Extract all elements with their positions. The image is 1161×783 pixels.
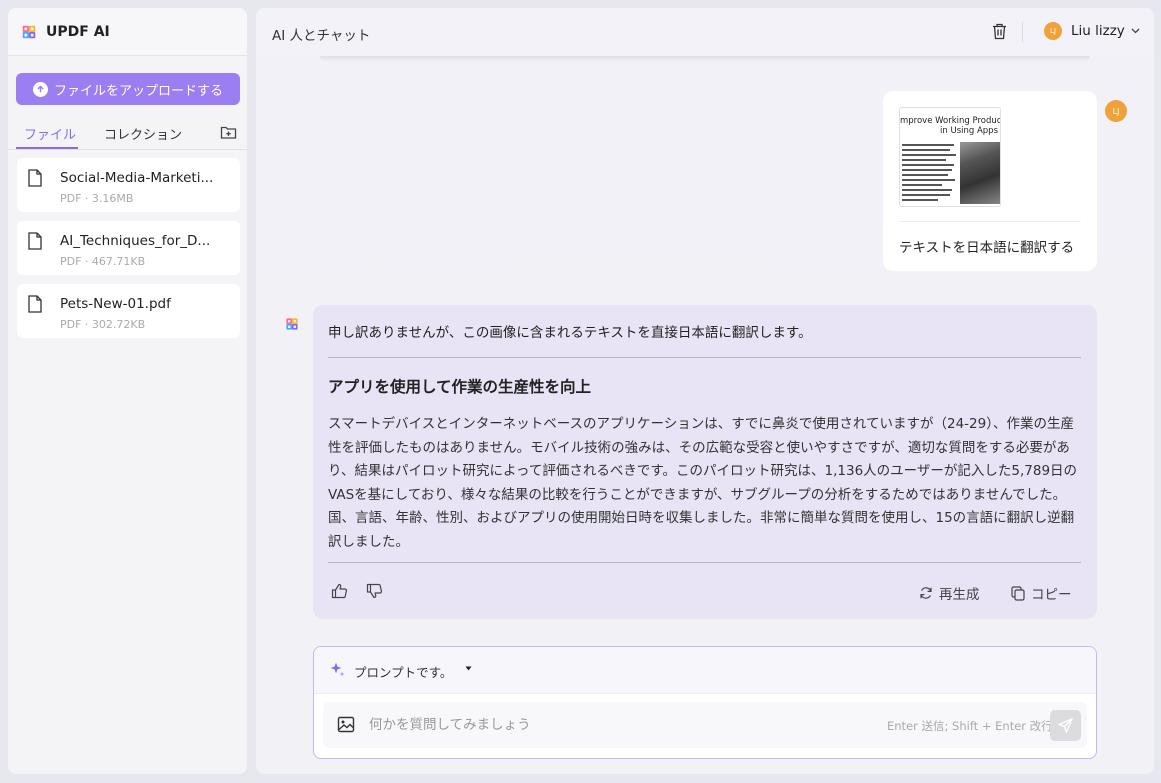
bubble-divider (899, 221, 1081, 222)
copy-icon (1011, 585, 1025, 601)
page-title: AI 人とチャット (272, 28, 371, 44)
file-document-icon (28, 232, 42, 250)
image-upload-icon[interactable] (337, 716, 355, 733)
file-meta: PDF · 302.72KB (60, 318, 146, 331)
user-menu[interactable]: LJ Liu lizzy (1044, 22, 1140, 40)
refresh-icon (920, 587, 932, 599)
chat-composer: プロンプトです。 Enter 送信; Shift + Enter 改行 (313, 646, 1097, 759)
chevron-down-icon (1131, 28, 1140, 34)
tab-collections[interactable]: コレクション (104, 124, 182, 143)
ai-response-heading: アプリを使用して作業の生産性を向上 (328, 378, 592, 396)
add-folder-icon[interactable] (220, 125, 237, 140)
file-document-icon (28, 169, 42, 187)
input-row: Enter 送信; Shift + Enter 改行 (323, 702, 1087, 748)
divider (328, 562, 1081, 563)
file-meta: PDF · 467.71KB (60, 255, 146, 268)
active-tab-indicator (16, 147, 78, 149)
avatar: LJ (1044, 22, 1062, 40)
thumbnail-photo (960, 142, 1000, 204)
thumbnail-title-line: in Using Apps (940, 126, 998, 136)
header-divider (1022, 22, 1023, 42)
prompt-dropdown[interactable]: プロンプトです。 (354, 662, 452, 681)
ai-intro-text: 申し訳ありませんが、この画像に含まれるテキストを直接日本語に翻訳します。 (328, 325, 812, 341)
app-name: UPDF AI (46, 23, 110, 40)
user-avatar: LJ (1105, 100, 1127, 122)
thumbs-up-button[interactable] (331, 583, 348, 599)
file-document-icon (28, 295, 42, 313)
file-item[interactable]: Pets-New-01.pdf PDF · 302.72KB (17, 284, 240, 338)
file-name: AI_Techniques_for_D... (60, 233, 211, 249)
file-meta: PDF · 3.16MB (60, 192, 134, 205)
tab-files[interactable]: ファイル (24, 124, 76, 143)
file-item[interactable]: Social-Media-Marketi... PDF · 3.16MB (17, 158, 240, 212)
regenerate-label: 再生成 (939, 587, 980, 603)
thumbs-down-button[interactable] (366, 583, 383, 599)
chat-panel: AI 人とチャット LJ Liu lizzy LJ mprove Working… (256, 8, 1154, 774)
upload-file-label: ファイルをアップロードする (53, 83, 223, 99)
ai-response-body: スマートデバイスとインターネットベースのアプリケーションは、すでに鼻炎で使用され… (328, 416, 1078, 550)
prompt-selector-bar: プロンプトです。 (314, 647, 1096, 694)
regenerate-button[interactable]: 再生成 (919, 583, 980, 603)
thumbnail-title-line: mprove Working Productio (900, 116, 1001, 126)
user-message-text: テキストを日本語に翻訳する (899, 240, 1075, 256)
header-shadow (320, 56, 1090, 62)
trash-icon[interactable] (992, 23, 1007, 40)
thumbs-down-icon (366, 583, 383, 599)
image-thumbnail[interactable]: mprove Working Productio in Using Apps (899, 107, 1001, 207)
ai-message-bubble: 申し訳ありませんが、この画像に含まれるテキストを直接日本語に翻訳します。 アプリ… (313, 305, 1097, 619)
sidebar-tabs: ファイル コレクション (8, 120, 247, 150)
file-item[interactable]: AI_Techniques_for_D... PDF · 467.71KB (17, 221, 240, 275)
updf-logo-icon (22, 25, 36, 38)
chat-input[interactable] (369, 714, 839, 736)
file-name: Pets-New-01.pdf (60, 296, 171, 312)
upload-arrow-icon (32, 81, 48, 97)
file-name: Social-Media-Marketi... (60, 170, 214, 186)
ai-logo-icon (286, 318, 298, 330)
thumbnail-text-lines (902, 144, 958, 204)
divider (328, 357, 1081, 358)
caret-down-icon[interactable] (465, 666, 472, 671)
brand-header: UPDF AI (8, 8, 247, 56)
keyboard-hint: Enter 送信; Shift + Enter 改行 (887, 719, 1053, 733)
sidebar: UPDF AI ファイルをアップロードする ファイル コレクション Social… (8, 8, 247, 774)
upload-file-button[interactable]: ファイルをアップロードする (16, 73, 240, 105)
sparkle-icon (330, 662, 345, 677)
copy-label: コピー (1031, 587, 1072, 603)
send-icon (1058, 718, 1073, 733)
send-button[interactable] (1050, 710, 1081, 741)
user-name: Liu lizzy (1071, 23, 1125, 39)
chat-header: AI 人とチャット LJ Liu lizzy (256, 8, 1154, 58)
copy-button[interactable]: コピー (1011, 583, 1072, 603)
user-message-bubble: mprove Working Productio in Using Apps テ… (883, 91, 1097, 271)
thumbs-up-icon (331, 583, 348, 599)
thumbnail-title: mprove Working Productio in Using Apps (900, 116, 1000, 136)
